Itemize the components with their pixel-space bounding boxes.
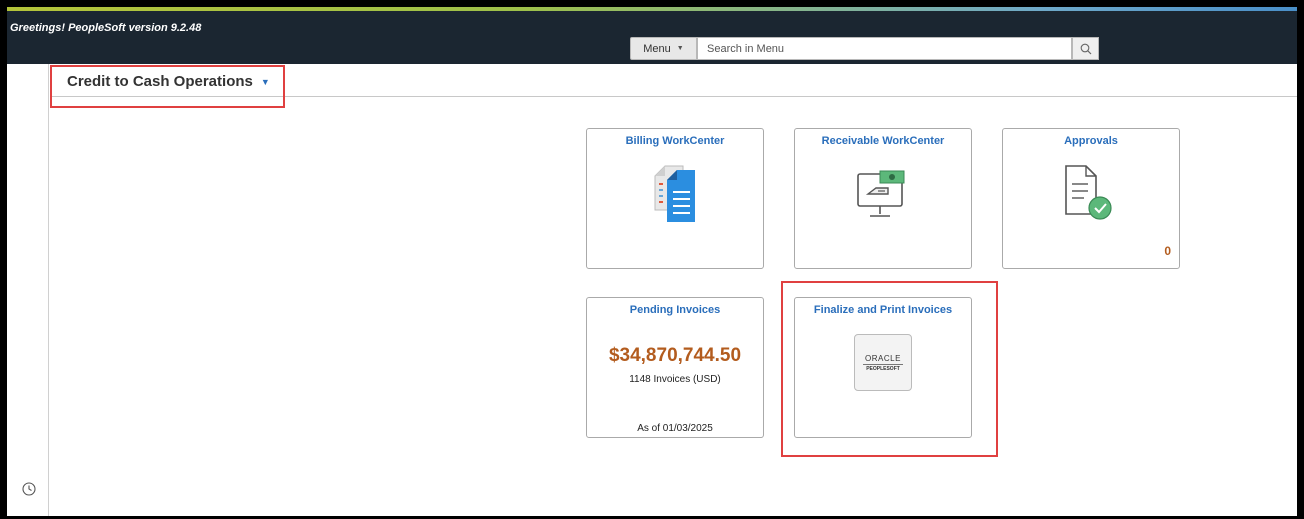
search-icon [1080,43,1091,54]
highlight-box-tile [781,281,998,457]
tile-billing-workcenter[interactable]: Billing WorkCenter [586,128,764,269]
pending-invoices-count: 1148 Invoices (USD) [629,374,721,385]
search-input[interactable] [697,37,1072,60]
header-bar: Greetings! PeopleSoft version 9.2.48 Men… [7,7,1297,64]
approval-document-icon [1065,165,1112,220]
highlight-box-title [50,65,285,108]
tile-title: Pending Invoices [629,304,721,316]
receivable-monitor-icon [857,170,905,217]
chevron-down-icon: ▼ [676,45,684,52]
search-button[interactable] [1072,37,1099,60]
left-rail [7,64,49,516]
pending-invoices-amount: $34,870,744.50 [608,345,742,366]
tile-pending-invoices[interactable]: Pending Invoices $34,870,744.50 1148 Inv… [586,297,764,438]
menu-button[interactable]: Menu ▼ [630,37,697,60]
billing-document-icon [654,165,695,222]
header-accent-stripe [7,7,1297,11]
tile-receivable-workcenter[interactable]: Receivable WorkCenter [794,128,972,269]
tile-title: Approvals [1064,135,1118,147]
greeting-text: Greetings! PeopleSoft version 9.2.48 [10,22,202,34]
app-window: Greetings! PeopleSoft version 9.2.48 Men… [7,7,1297,516]
tile-title: Receivable WorkCenter [821,135,945,147]
tile-approvals[interactable]: Approvals 0 [1002,128,1180,269]
tile-title: Billing WorkCenter [625,135,725,147]
menu-button-label: Menu [643,42,671,55]
recent-history-icon[interactable] [22,482,36,496]
pending-invoices-as-of: As of 01/03/2025 [637,423,713,434]
approvals-count: 0 [1164,244,1171,258]
